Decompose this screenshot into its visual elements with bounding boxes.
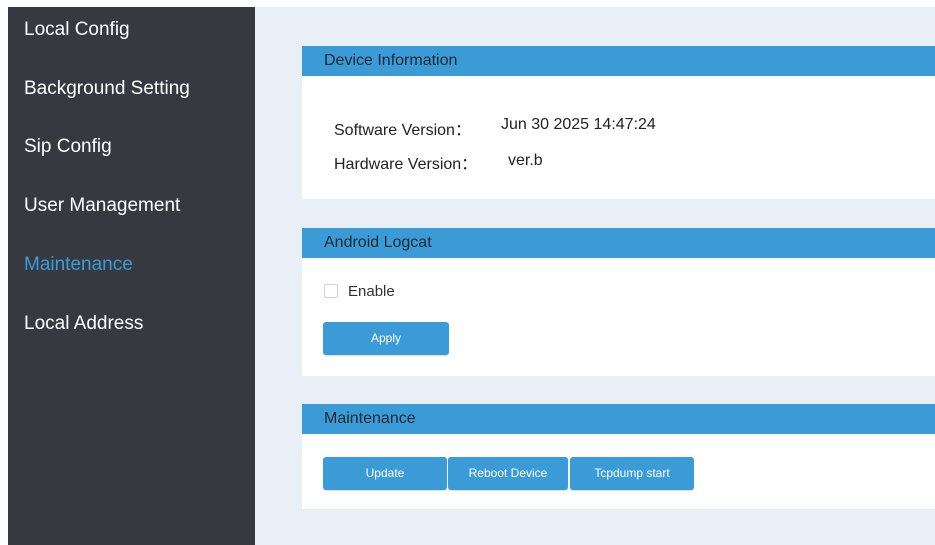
sidebar-item-maintenance[interactable]: Maintenance [24, 254, 133, 276]
main-content: Device Information Software Version： Jun… [255, 7, 935, 545]
update-button[interactable]: Update [323, 457, 447, 490]
maintenance-header: Maintenance [302, 404, 935, 434]
hardware-version-value: ver.b [508, 152, 543, 169]
android-logcat-panel: Android Logcat Enable Apply [302, 228, 935, 376]
tcpdump-start-button[interactable]: Tcpdump start [570, 457, 694, 490]
reboot-device-button[interactable]: Reboot Device [448, 457, 568, 490]
device-information-header: Device Information [302, 46, 935, 76]
sidebar-item-background-setting[interactable]: Background Setting [24, 78, 190, 100]
enable-label: Enable [348, 283, 395, 300]
sidebar-item-sip-config[interactable]: Sip Config [24, 136, 112, 158]
software-version-value: Jun 30 2025 14:47:24 [501, 116, 656, 133]
enable-checkbox[interactable] [324, 284, 338, 298]
android-logcat-header: Android Logcat [302, 228, 935, 258]
software-version-label: Software Version： [334, 122, 471, 139]
maintenance-panel: Maintenance Update Reboot Device Tcpdump… [302, 404, 935, 509]
hardware-version-label: Hardware Version： [334, 156, 478, 173]
sidebar-item-user-management[interactable]: User Management [24, 195, 180, 217]
apply-button[interactable]: Apply [323, 322, 449, 355]
sidebar-item-local-config[interactable]: Local Config [24, 19, 130, 41]
device-information-panel: Device Information Software Version： Jun… [302, 46, 935, 199]
sidebar-nav: Local Config Background Setting Sip Conf… [8, 7, 255, 545]
sidebar-item-local-address[interactable]: Local Address [24, 313, 143, 335]
